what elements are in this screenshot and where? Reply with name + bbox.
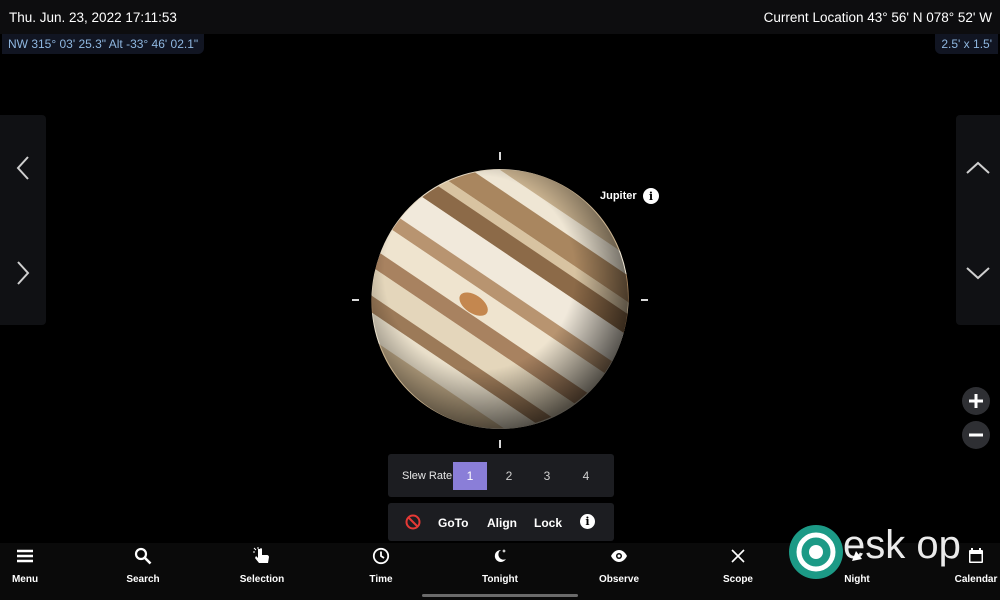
- nav-time[interactable]: Time: [336, 543, 426, 595]
- nav-scope-label: Scope: [722, 574, 753, 585]
- current-location[interactable]: Current Location 43° 56' N 078° 52' W: [764, 10, 992, 25]
- nav-tonight-label: Tonight: [482, 574, 518, 585]
- watermark-circle-icon: [789, 525, 843, 579]
- nav-time-label: Time: [369, 574, 393, 585]
- slew-rate-option-2[interactable]: 2: [492, 462, 526, 490]
- nav-tonight[interactable]: Tonight: [455, 543, 545, 595]
- chevron-up-icon: [966, 161, 990, 174]
- zoom-in-button[interactable]: [962, 387, 990, 415]
- right-navigation-panel: [956, 115, 1000, 325]
- field-of-view: 2.5' x 1.5': [935, 34, 998, 54]
- left-navigation-panel: [0, 115, 46, 325]
- nav-menu[interactable]: Menu: [0, 543, 70, 595]
- crosshair-tick-top: [499, 152, 501, 160]
- next-button[interactable]: [0, 243, 46, 303]
- watermark-logo: esk op: [786, 520, 1000, 582]
- crosshair-tick-bottom: [499, 440, 501, 448]
- watermark-text: esk op: [843, 523, 961, 567]
- align-button[interactable]: Align: [487, 516, 517, 530]
- home-indicator[interactable]: [422, 594, 578, 597]
- jupiter-planet: [371, 168, 629, 430]
- date-time[interactable]: Thu. Jun. 23, 2022 17:11:53: [9, 10, 177, 25]
- top-status-bar: Thu. Jun. 23, 2022 17:11:53 Current Loca…: [0, 0, 1000, 34]
- object-label[interactable]: Jupiter: [600, 190, 637, 202]
- menu-icon: [17, 549, 33, 563]
- scope-action-panel: GoTo Align Lock i: [388, 503, 614, 541]
- info-icon[interactable]: i: [643, 188, 659, 204]
- nav-selection-label: Selection: [239, 574, 285, 585]
- nav-search[interactable]: Search: [98, 543, 188, 595]
- jupiter-image[interactable]: [371, 168, 629, 430]
- nav-observe[interactable]: Observe: [574, 543, 664, 595]
- moon-stars-icon: [494, 549, 506, 562]
- move-down-button[interactable]: [956, 243, 1000, 303]
- goto-button[interactable]: GoTo: [438, 516, 468, 530]
- crosshair-tick-right: [641, 299, 648, 301]
- clock-icon: [372, 547, 390, 565]
- nav-selection[interactable]: Selection: [217, 543, 307, 595]
- chevron-down-icon: [966, 267, 990, 280]
- search-icon: [134, 547, 152, 565]
- pointing-coordinates: NW 315° 03' 25.3" Alt -33° 46' 02.1": [2, 34, 205, 54]
- lock-button[interactable]: Lock: [534, 516, 562, 530]
- slew-rate-option-4[interactable]: 4: [569, 462, 603, 490]
- action-info-icon[interactable]: i: [580, 514, 595, 529]
- chevron-left-icon: [16, 156, 29, 180]
- crosshair-icon: [731, 549, 745, 563]
- nav-scope[interactable]: Scope: [693, 543, 783, 595]
- crosshair-tick-left: [352, 299, 359, 301]
- move-up-button[interactable]: [956, 138, 1000, 198]
- pointer-icon: [253, 547, 269, 563]
- nav-search-label: Search: [126, 574, 160, 585]
- zoom-out-button[interactable]: [962, 421, 990, 449]
- slew-rate-option-1[interactable]: 1: [453, 462, 487, 490]
- chevron-right-icon: [17, 261, 30, 285]
- eye-icon: [611, 550, 627, 562]
- slew-rate-option-3[interactable]: 3: [530, 462, 564, 490]
- no-entry-icon[interactable]: [405, 514, 421, 530]
- nav-observe-label: Observe: [598, 574, 640, 585]
- previous-button[interactable]: [0, 138, 46, 198]
- plus-icon: [969, 394, 983, 408]
- slew-rate-panel: Slew Rate: 1 2 3 4: [388, 454, 614, 497]
- nav-menu-label: Menu: [11, 574, 39, 585]
- slew-rate-label: Slew Rate:: [402, 470, 456, 482]
- minus-icon: [969, 433, 983, 437]
